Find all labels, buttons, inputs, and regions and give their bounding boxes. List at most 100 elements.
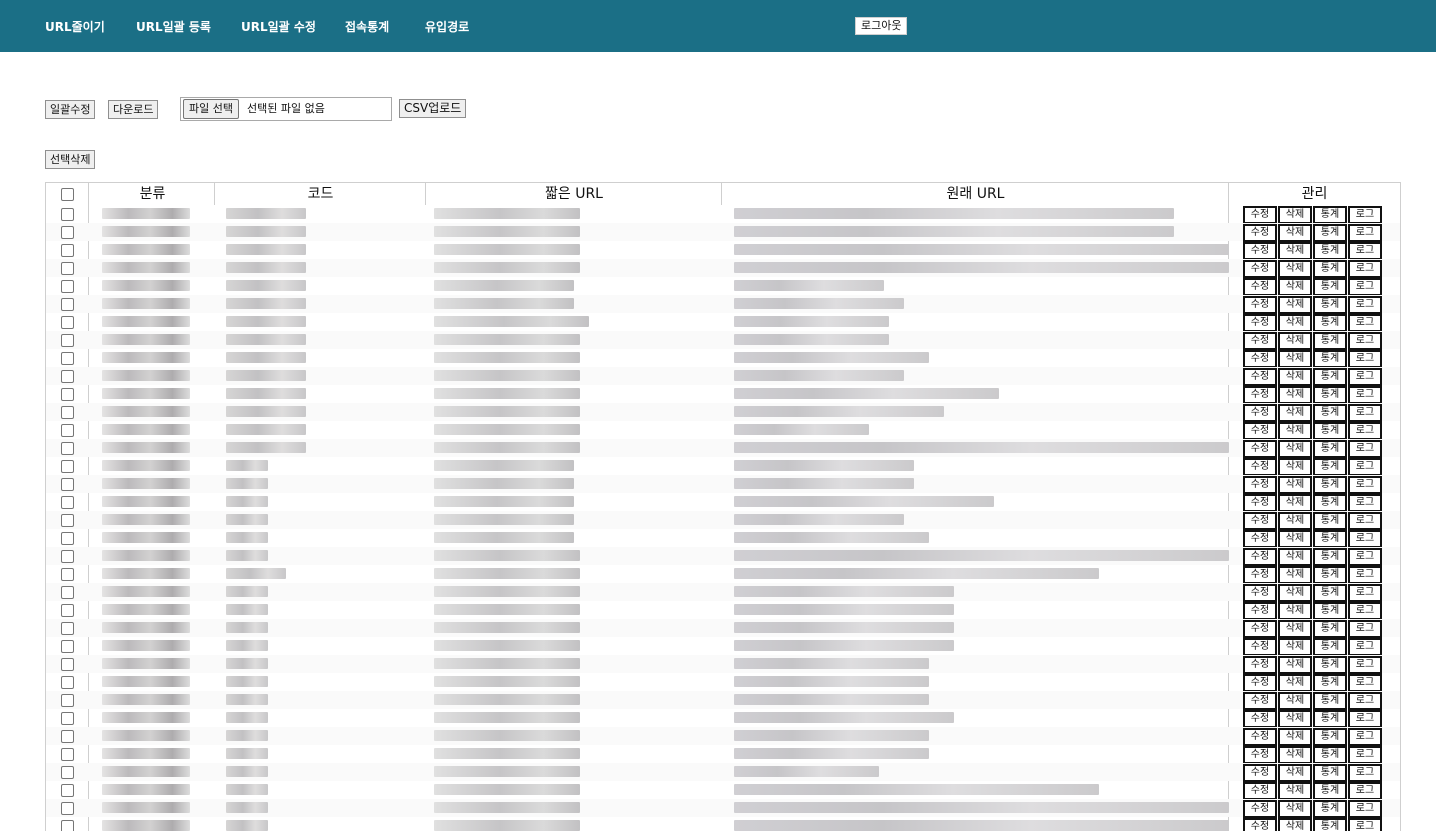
delete-button[interactable]: 삭제: [1278, 746, 1312, 764]
log-button[interactable]: 로그: [1348, 278, 1382, 296]
log-button[interactable]: 로그: [1348, 656, 1382, 674]
row-checkbox[interactable]: [61, 658, 74, 671]
edit-button[interactable]: 수정: [1243, 512, 1277, 530]
row-checkbox[interactable]: [61, 586, 74, 599]
row-checkbox[interactable]: [61, 388, 74, 401]
delete-selected-button[interactable]: 선택삭제: [45, 150, 96, 169]
stats-button[interactable]: 통계: [1313, 296, 1347, 314]
row-checkbox[interactable]: [61, 640, 74, 653]
row-checkbox[interactable]: [61, 802, 74, 815]
delete-button[interactable]: 삭제: [1278, 476, 1312, 494]
delete-button[interactable]: 삭제: [1278, 260, 1312, 278]
edit-button[interactable]: 수정: [1243, 692, 1277, 710]
stats-button[interactable]: 통계: [1313, 512, 1347, 530]
delete-button[interactable]: 삭제: [1278, 548, 1312, 566]
edit-button[interactable]: 수정: [1243, 278, 1277, 296]
log-button[interactable]: 로그: [1348, 422, 1382, 440]
stats-button[interactable]: 통계: [1313, 656, 1347, 674]
stats-button[interactable]: 통계: [1313, 800, 1347, 818]
edit-button[interactable]: 수정: [1243, 260, 1277, 278]
edit-button[interactable]: 수정: [1243, 548, 1277, 566]
log-button[interactable]: 로그: [1348, 494, 1382, 512]
delete-button[interactable]: 삭제: [1278, 782, 1312, 800]
log-button[interactable]: 로그: [1348, 260, 1382, 278]
delete-button[interactable]: 삭제: [1278, 818, 1312, 831]
row-checkbox[interactable]: [61, 226, 74, 239]
edit-button[interactable]: 수정: [1243, 224, 1277, 242]
row-checkbox[interactable]: [61, 424, 74, 437]
edit-button[interactable]: 수정: [1243, 800, 1277, 818]
log-button[interactable]: 로그: [1348, 800, 1382, 818]
log-button[interactable]: 로그: [1348, 206, 1382, 224]
log-button[interactable]: 로그: [1348, 764, 1382, 782]
stats-button[interactable]: 통계: [1313, 206, 1347, 224]
row-checkbox[interactable]: [61, 514, 74, 527]
delete-button[interactable]: 삭제: [1278, 368, 1312, 386]
delete-button[interactable]: 삭제: [1278, 566, 1312, 584]
log-button[interactable]: 로그: [1348, 440, 1382, 458]
log-button[interactable]: 로그: [1348, 710, 1382, 728]
stats-button[interactable]: 통계: [1313, 368, 1347, 386]
stats-button[interactable]: 통계: [1313, 260, 1347, 278]
log-button[interactable]: 로그: [1348, 332, 1382, 350]
edit-button[interactable]: 수정: [1243, 818, 1277, 831]
row-checkbox[interactable]: [61, 712, 74, 725]
delete-button[interactable]: 삭제: [1278, 692, 1312, 710]
edit-button[interactable]: 수정: [1243, 602, 1277, 620]
log-button[interactable]: 로그: [1348, 512, 1382, 530]
log-button[interactable]: 로그: [1348, 818, 1382, 831]
log-button[interactable]: 로그: [1348, 404, 1382, 422]
row-checkbox[interactable]: [61, 784, 74, 797]
delete-button[interactable]: 삭제: [1278, 800, 1312, 818]
nav-url-bulk-edit[interactable]: URL일괄 수정: [241, 18, 316, 35]
row-checkbox[interactable]: [61, 244, 74, 257]
row-checkbox[interactable]: [61, 766, 74, 779]
stats-button[interactable]: 통계: [1313, 422, 1347, 440]
log-button[interactable]: 로그: [1348, 476, 1382, 494]
log-button[interactable]: 로그: [1348, 782, 1382, 800]
delete-button[interactable]: 삭제: [1278, 602, 1312, 620]
delete-button[interactable]: 삭제: [1278, 494, 1312, 512]
row-checkbox[interactable]: [61, 532, 74, 545]
row-checkbox[interactable]: [61, 622, 74, 635]
delete-button[interactable]: 삭제: [1278, 674, 1312, 692]
delete-button[interactable]: 삭제: [1278, 764, 1312, 782]
log-button[interactable]: 로그: [1348, 566, 1382, 584]
stats-button[interactable]: 통계: [1313, 710, 1347, 728]
log-button[interactable]: 로그: [1348, 674, 1382, 692]
log-button[interactable]: 로그: [1348, 602, 1382, 620]
log-button[interactable]: 로그: [1348, 224, 1382, 242]
log-button[interactable]: 로그: [1348, 386, 1382, 404]
row-checkbox[interactable]: [61, 280, 74, 293]
row-checkbox[interactable]: [61, 550, 74, 563]
row-checkbox[interactable]: [61, 370, 74, 383]
row-checkbox[interactable]: [61, 316, 74, 329]
delete-button[interactable]: 삭제: [1278, 296, 1312, 314]
delete-button[interactable]: 삭제: [1278, 404, 1312, 422]
edit-button[interactable]: 수정: [1243, 458, 1277, 476]
delete-button[interactable]: 삭제: [1278, 386, 1312, 404]
delete-button[interactable]: 삭제: [1278, 314, 1312, 332]
edit-button[interactable]: 수정: [1243, 638, 1277, 656]
stats-button[interactable]: 통계: [1313, 638, 1347, 656]
edit-button[interactable]: 수정: [1243, 764, 1277, 782]
delete-button[interactable]: 삭제: [1278, 332, 1312, 350]
edit-button[interactable]: 수정: [1243, 296, 1277, 314]
delete-button[interactable]: 삭제: [1278, 350, 1312, 368]
stats-button[interactable]: 통계: [1313, 764, 1347, 782]
stats-button[interactable]: 통계: [1313, 386, 1347, 404]
select-all-checkbox[interactable]: [61, 188, 74, 201]
row-checkbox[interactable]: [61, 298, 74, 311]
download-button[interactable]: 다운로드: [108, 100, 159, 119]
edit-button[interactable]: 수정: [1243, 314, 1277, 332]
delete-button[interactable]: 삭제: [1278, 584, 1312, 602]
edit-button[interactable]: 수정: [1243, 332, 1277, 350]
row-checkbox[interactable]: [61, 352, 74, 365]
row-checkbox[interactable]: [61, 820, 74, 831]
edit-button[interactable]: 수정: [1243, 206, 1277, 224]
log-button[interactable]: 로그: [1348, 728, 1382, 746]
row-checkbox[interactable]: [61, 262, 74, 275]
bulk-edit-button[interactable]: 일괄수정: [45, 100, 96, 119]
log-button[interactable]: 로그: [1348, 620, 1382, 638]
csv-upload-button[interactable]: CSV업로드: [399, 99, 467, 118]
